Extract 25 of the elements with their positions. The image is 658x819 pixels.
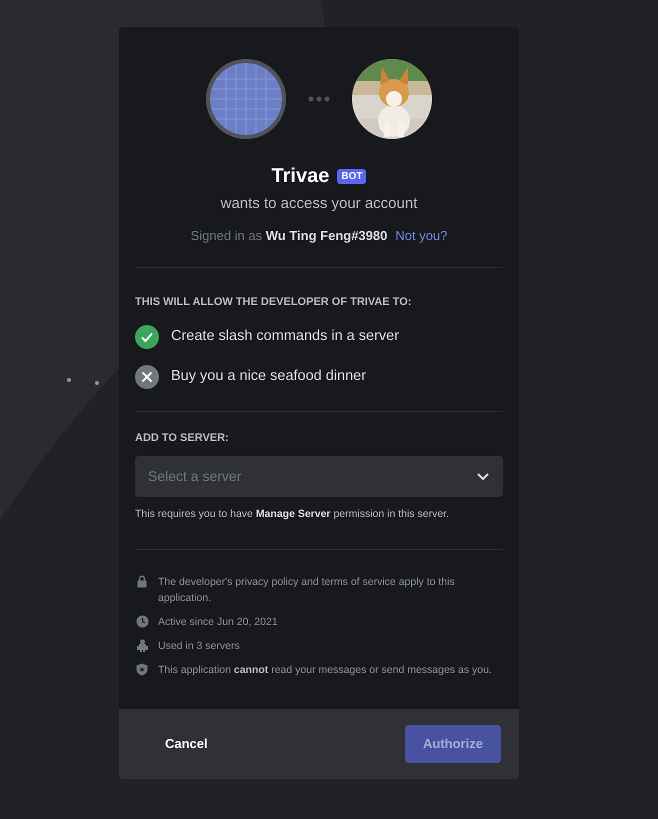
signed-in-text: Signed in as Wu Ting Feng#3980 [190,226,388,245]
request-subtitle: wants to access your account [220,194,418,214]
not-you-link[interactable]: Not you? [395,226,448,245]
app-avatar-icon [206,59,286,139]
dots-decoration [66,377,102,387]
info-text: This application cannot read your messages or send messages as you. [158,662,492,678]
cancel-button[interactable]: Cancel [137,725,236,763]
shield-icon [136,662,148,676]
robot-icon [136,638,148,652]
chevron-down-icon [476,472,490,482]
permissions-heading: THIS WILL ALLOW THE DEVELOPER OF TRIVAE TO: [135,295,412,310]
info-text: Used in 3 servers [158,638,240,654]
bot-badge: BOT [337,168,366,184]
ellipsis-icon [308,96,330,102]
add-to-server-heading: ADD TO SERVER: [135,430,230,446]
lock-icon [136,574,148,588]
server-select[interactable]: Select a server [135,456,503,497]
permission-text: Create slash commands in a server [171,326,400,346]
clock-icon [136,614,148,628]
info-text: The developer's privacy policy and terms of service apply to this application. [158,574,456,606]
placeholder-text: Select a server [148,467,242,486]
permission-text: Buy you a nice seafood dinner [171,366,366,386]
permission-note: This requires you to have Manage Server permission in this server. [135,507,450,522]
info-text: Active since Jun 20, 2021 [158,614,278,630]
app-name: Trivae [272,164,330,189]
